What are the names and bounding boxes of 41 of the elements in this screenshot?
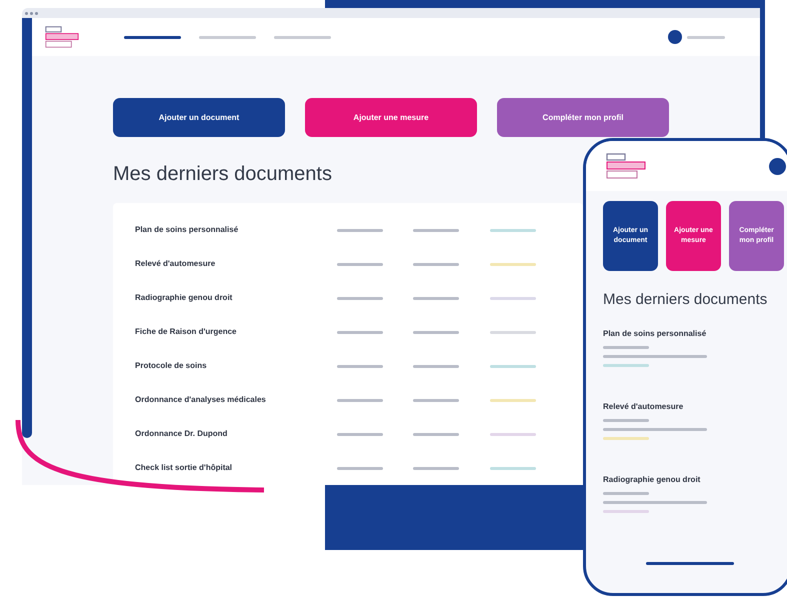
- document-title[interactable]: Radiographie genou droit: [135, 292, 337, 304]
- document-title[interactable]: Ordonnance d'analyses médicales: [135, 394, 337, 406]
- placeholder-line: [337, 228, 383, 232]
- document-title[interactable]: Ordonnance Dr. Dupond: [135, 428, 337, 440]
- action-button[interactable]: Compléter mon profil: [497, 98, 669, 137]
- placeholder-line: [413, 432, 459, 436]
- avatar-icon[interactable]: [668, 30, 682, 44]
- placeholder-line: [337, 432, 383, 436]
- document-title[interactable]: Plan de soins personnalisé: [603, 328, 787, 340]
- nav-tab[interactable]: [124, 36, 181, 38]
- document-title[interactable]: Relevé d'automesure: [135, 258, 337, 270]
- placeholder-line: [413, 228, 459, 232]
- avatar-icon[interactable]: [769, 158, 786, 174]
- placeholder-line: [337, 330, 383, 334]
- document-title[interactable]: Check list sortie d'hôpital: [135, 462, 337, 474]
- document-title[interactable]: Radiographie genou droit: [603, 474, 787, 486]
- placeholder-line: [337, 466, 383, 470]
- placeholder-line: [337, 398, 383, 402]
- placeholder-line: [413, 330, 459, 334]
- placeholder-line: [413, 398, 459, 402]
- user-name-line: [687, 36, 725, 38]
- document-title[interactable]: Relevé d'automesure: [603, 400, 787, 412]
- action-button[interactable]: Ajouter un document: [113, 98, 285, 137]
- placeholder-line: [413, 364, 459, 368]
- document-title[interactable]: Plan de soins personnalisé: [135, 224, 337, 236]
- logo-icon: [45, 25, 79, 49]
- placeholder-line: [413, 466, 459, 470]
- section-heading: Mes derniers documents: [113, 162, 332, 187]
- action-button[interactable]: Ajouter une mesure: [305, 98, 477, 137]
- placeholder-line: [337, 262, 383, 266]
- placeholder-line: [603, 346, 649, 348]
- placeholder-line: [413, 296, 459, 300]
- placeholder-line: [337, 296, 383, 300]
- placeholder-line: [413, 262, 459, 266]
- placeholder-line: [603, 418, 649, 422]
- placeholder-line: [337, 364, 383, 368]
- document-title[interactable]: Fiche de Raison d'urgence: [135, 326, 337, 338]
- section-heading: Mes derniers documents: [602, 290, 768, 310]
- document-title[interactable]: Protocole de soins: [135, 360, 337, 372]
- placeholder-line: [603, 492, 649, 494]
- logo-icon: [606, 152, 646, 180]
